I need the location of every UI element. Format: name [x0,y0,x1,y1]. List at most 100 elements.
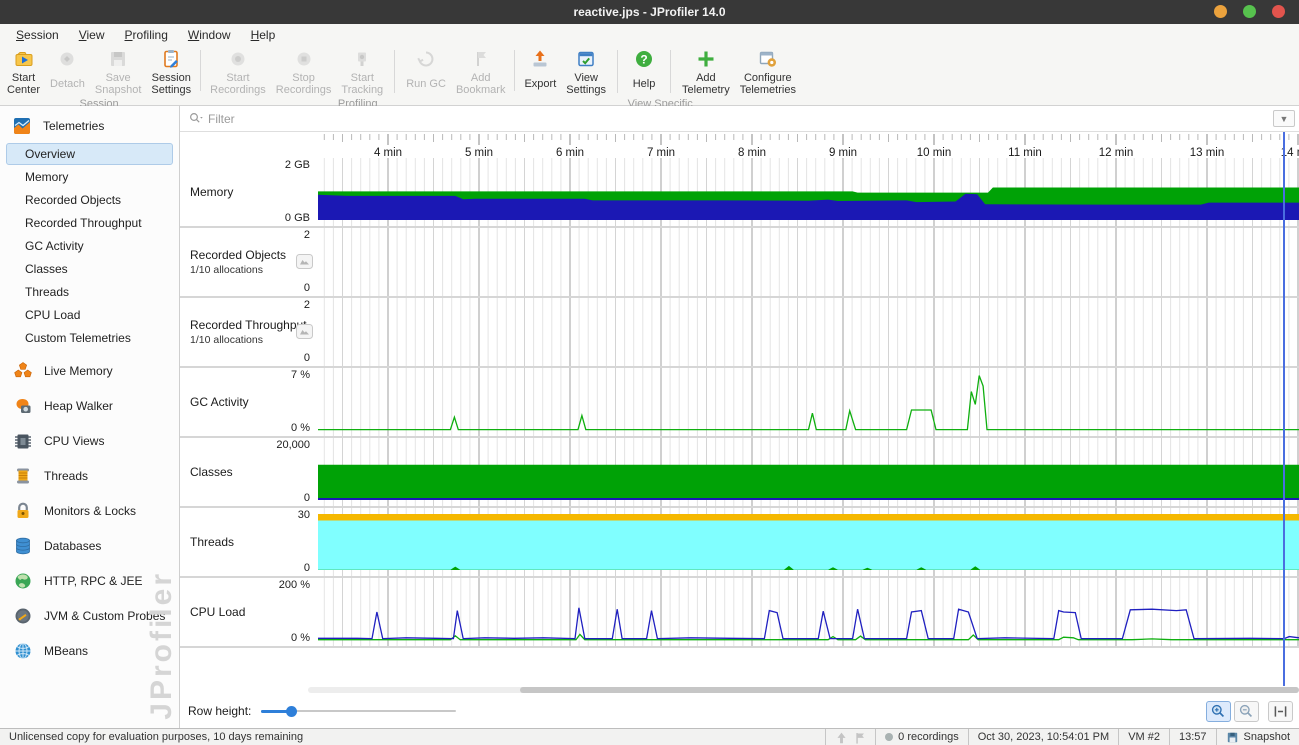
sidebar-item-custom-telemetries[interactable]: Custom Telemetries [6,327,173,349]
row-name: CPU Load [190,605,318,619]
svg-text:8 min: 8 min [738,147,766,158]
sidebar-item-gc-activity[interactable]: GC Activity [6,235,173,257]
configure-telemetries-button[interactable]: ConfigureTelemetries [735,46,801,97]
zoom-in-button[interactable] [1206,701,1231,722]
row-height-slider[interactable] [261,705,456,717]
start-center-button[interactable]: StartCenter [2,46,45,97]
filter-input[interactable] [208,112,1273,126]
row-chart-gc-activity[interactable] [318,368,1299,436]
row-scale-min: 0 [304,282,310,294]
pin-icon[interactable] [835,731,848,744]
sidebar-item-overview[interactable]: Overview [6,143,173,165]
title-bar: reactive.jps - JProfiler 14.0 [0,0,1299,24]
minimize-button[interactable] [1214,5,1227,18]
telemetry-row-cpu-load[interactable]: CPU Load200 %0 % [180,578,1299,648]
flag-icon [853,731,866,744]
sidebar-item-cpu-views[interactable]: CPU Views [0,423,179,458]
sidebar-item-monitors-locks[interactable]: Monitors & Locks [0,493,179,528]
menu-view[interactable]: View [69,26,115,44]
menu-help[interactable]: Help [241,26,286,44]
svg-text:?: ? [640,53,647,67]
vm-status[interactable]: VM #2 [1118,729,1169,745]
toolbar-separator [670,50,671,93]
detach-button: Detach [45,46,90,97]
scrollbar-thumb[interactable] [520,687,1299,693]
toolbar-button-label: Run GC [406,71,446,97]
row-label-column: CPU Load200 %0 % [180,578,318,646]
toolbar-button-label: ConfigureTelemetries [740,71,796,97]
timeline-header: 4 min5 min6 min7 min8 min9 min10 min11 m… [180,132,1299,158]
recordings-status[interactable]: 0 recordings [875,729,968,745]
telemetry-rows: Memory2 GB0 GBRecorded Objects1/10 alloc… [180,158,1299,648]
sidebar-item-classes[interactable]: Classes [6,258,173,280]
stop-recordings-button: StopRecordings [271,46,337,97]
timestamp-status: Oct 30, 2023, 10:54:01 PM [968,729,1118,745]
toolbar-button-label: SaveSnapshot [95,71,141,97]
timestamp-text: Oct 30, 2023, 10:54:01 PM [978,731,1109,743]
horizontal-scrollbar[interactable] [180,686,1299,694]
toolbar-group-separator [200,50,201,91]
session-settings-icon [161,49,181,69]
row-label-column: Memory2 GB0 GB [180,158,318,226]
row-label-column: Classes20,0000 [180,438,318,506]
run-gc-icon [416,49,436,69]
row-chart-classes[interactable] [318,438,1299,506]
toolbar-group-profiling: StartRecordingsStopRecordingsStartTracki… [205,46,510,105]
save-snapshot-button: SaveSnapshot [90,46,146,97]
telemetry-row-recorded-throughput[interactable]: Recorded Throughput1/10 allocations20 [180,298,1299,368]
filter-row: ▼ [180,106,1299,132]
row-chart-memory[interactable] [318,158,1299,226]
telemetry-row-classes[interactable]: Classes20,0000 [180,438,1299,508]
sidebar-item-memory[interactable]: Memory [6,166,173,188]
menu-session[interactable]: Session [6,26,69,44]
sidebar-item-label: Monitors & Locks [44,504,136,518]
zoom-fit-button[interactable] [1268,701,1293,722]
telemetry-row-gc-activity[interactable]: GC Activity7 %0 % [180,368,1299,438]
snapshot-status[interactable]: Snapshot [1216,729,1299,745]
bookmark-flag-icon[interactable] [853,731,866,744]
sidebar-item-live-memory[interactable]: Live Memory [0,353,179,388]
toolbar: StartCenterDetachSaveSnapshotSessionSett… [0,45,1299,106]
sidebar-item-recorded-throughput[interactable]: Recorded Throughput [6,212,173,234]
slider-thumb[interactable] [286,706,297,717]
zoom-fit-icon [1272,703,1289,720]
sidebar-item-telemetries[interactable]: Telemetries [0,106,179,142]
row-name: Memory [190,185,318,199]
filter-dropdown-button[interactable]: ▼ [1273,110,1295,127]
telemetry-row-recorded-objects[interactable]: Recorded Objects1/10 allocations20 [180,228,1299,298]
maximize-button[interactable] [1243,5,1256,18]
record-badge-icon[interactable] [296,254,313,269]
add-telemetry-button[interactable]: AddTelemetry [677,46,735,97]
record-badge-icon[interactable] [296,324,313,339]
sidebar-item-databases[interactable]: Databases [0,528,179,563]
help-button[interactable]: ?Help [624,46,664,97]
row-scale-min: 0 % [291,632,310,644]
row-chart-cpu-load[interactable] [318,578,1299,646]
close-button[interactable] [1272,5,1285,18]
start-center-icon [14,49,34,69]
cpu-views-icon [13,431,33,451]
row-chart-recorded-throughput[interactable] [318,298,1299,366]
zoom-out-button[interactable] [1234,701,1259,722]
sidebar-item-cpu-load[interactable]: CPU Load [6,304,173,326]
sidebar-item-label: HTTP, RPC & JEE [44,574,142,588]
view-settings-button[interactable]: ViewSettings [561,46,611,97]
telemetry-row-memory[interactable]: Memory2 GB0 GB [180,158,1299,228]
sidebar-item-heap-walker[interactable]: Heap Walker [0,388,179,423]
menu-window[interactable]: Window [178,26,241,44]
session-settings-button[interactable]: SessionSettings [146,46,196,97]
row-chart-recorded-objects[interactable] [318,228,1299,296]
sidebar-item-threads[interactable]: Threads [6,281,173,303]
http-rpc-jee-icon [13,571,33,591]
row-scale-max: 2 [304,229,310,241]
row-chart-threads[interactable] [318,508,1299,576]
menu-profiling[interactable]: Profiling [115,26,178,44]
sidebar-item-recorded-objects[interactable]: Recorded Objects [6,189,173,211]
telemetry-row-threads[interactable]: Threads300 [180,508,1299,578]
sidebar-item-threads[interactable]: Threads [0,458,179,493]
stop-recordings-icon [294,49,314,69]
export-button[interactable]: Export [519,46,561,97]
add-bookmark-button: AddBookmark [451,46,511,97]
bottom-bar: Row height: [180,694,1299,728]
sidebar-item-label: Live Memory [44,364,113,378]
